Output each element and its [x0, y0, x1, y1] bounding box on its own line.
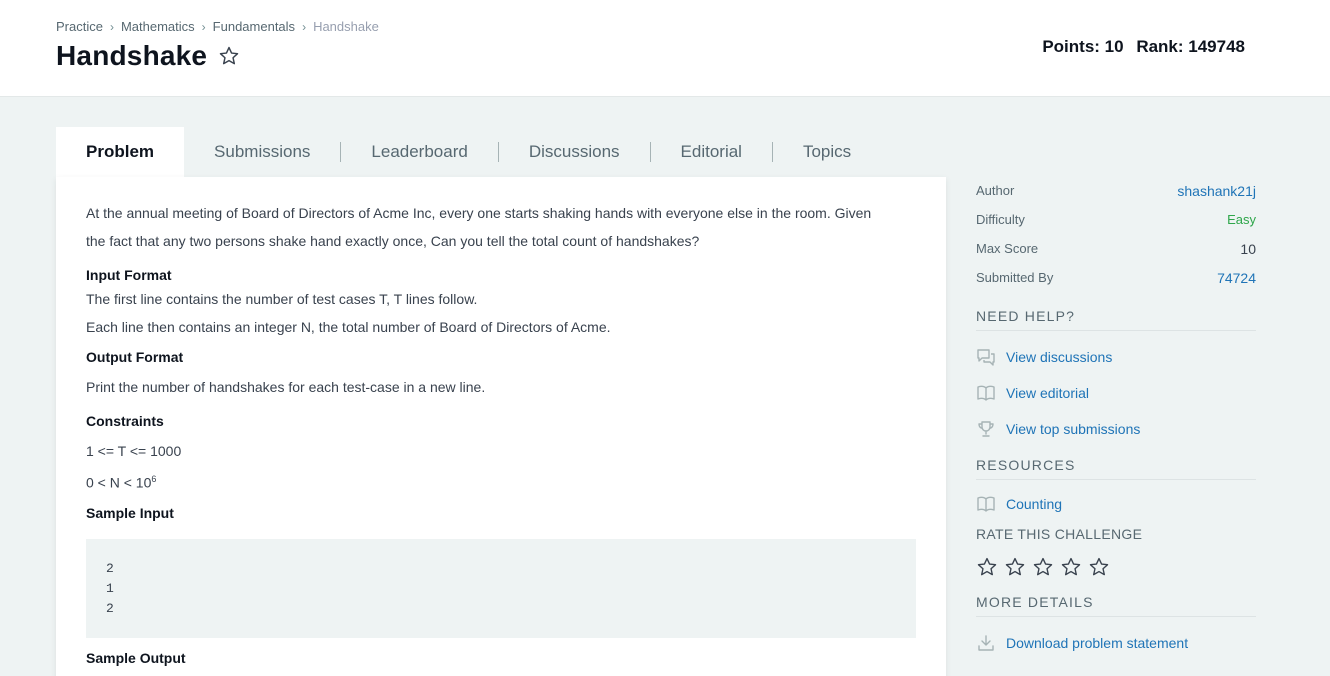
rating-star-4-icon[interactable] [1060, 556, 1082, 578]
breadcrumb-current: Handshake [313, 19, 379, 34]
chevron-right-icon: › [302, 19, 307, 34]
header: Practice › Mathematics › Fundamentals › … [0, 0, 1330, 97]
view-discussions-label: View discussions [1006, 349, 1113, 365]
tab-problem[interactable]: Problem [56, 127, 185, 177]
page-title: Handshake [56, 40, 208, 71]
constraint-2: 0 < N < 106 [86, 465, 916, 497]
view-discussions-link[interactable]: View discussions [976, 339, 1256, 375]
rating-star-3-icon[interactable] [1032, 556, 1054, 578]
meta-author: Author shashank21j [976, 176, 1256, 205]
download-icon [976, 634, 1006, 652]
view-top-submissions-link[interactable]: View top submissions [976, 411, 1256, 447]
chevron-right-icon: › [201, 19, 206, 34]
sample-output-heading: Sample Output [86, 649, 186, 666]
input-format-line-1: The first line contains the number of te… [86, 291, 478, 307]
open-book-icon [976, 495, 1006, 513]
tab-topics[interactable]: Topics [773, 127, 881, 177]
submitted-by-label: Submitted By [976, 270, 1054, 285]
rating-star-5-icon[interactable] [1088, 556, 1110, 578]
resource-counting-link[interactable]: Counting [976, 486, 1256, 522]
sample-input-line: 1 [106, 580, 114, 596]
view-editorial-link[interactable]: View editorial [976, 375, 1256, 411]
trophy-icon [976, 420, 1006, 438]
points-value: Points: 10 [1042, 37, 1124, 56]
constraint-2-base: 0 < N < 10 [86, 474, 152, 491]
constraints-heading: Constraints [86, 413, 164, 429]
output-format-line: Print the number of handshakes for each … [86, 379, 486, 395]
problem-statement: At the annual meeting of Board of Direct… [56, 177, 946, 676]
view-editorial-label: View editorial [1006, 385, 1090, 401]
breadcrumb-fundamentals[interactable]: Fundamentals [213, 19, 295, 34]
chat-bubbles-icon [976, 348, 1006, 366]
breadcrumb-mathematics[interactable]: Mathematics [121, 19, 195, 34]
author-label: Author [976, 183, 1015, 198]
input-format-heading: Input Format [86, 267, 172, 283]
breadcrumb-practice[interactable]: Practice [56, 19, 103, 34]
more-details-heading: MORE DETAILS [976, 594, 1256, 617]
rating-star-2-icon[interactable] [1004, 556, 1026, 578]
challenge-sidebar: Author shashank21j Difficulty Easy Max S… [976, 176, 1256, 661]
tab-leaderboard[interactable]: Leaderboard [341, 127, 497, 177]
sample-input-line: 2 [106, 600, 114, 616]
bookmark-star-icon[interactable] [217, 44, 241, 68]
output-format-heading: Output Format [86, 349, 184, 365]
rate-heading: RATE THIS CHALLENGE [976, 526, 1143, 542]
problem-tabs: Problem Submissions Leaderboard Discussi… [56, 127, 881, 177]
constraint-2-exponent: 6 [151, 474, 157, 484]
meta-difficulty: Difficulty Easy [976, 205, 1256, 234]
user-stats: Points: 10 Rank: 149748 [1042, 37, 1245, 57]
resource-counting-label: Counting [1006, 496, 1063, 512]
difficulty-value: Easy [1227, 212, 1256, 227]
tab-editorial[interactable]: Editorial [651, 127, 772, 177]
difficulty-label: Difficulty [976, 212, 1025, 227]
meta-max-score: Max Score 10 [976, 234, 1256, 263]
download-statement-label: Download problem statement [1006, 635, 1189, 651]
rating-stars [976, 556, 1256, 578]
author-link[interactable]: shashank21j [1177, 183, 1256, 199]
chevron-right-icon: › [109, 19, 114, 34]
constraint-1: 1 <= T <= 1000 [86, 443, 182, 459]
open-book-icon [976, 384, 1006, 402]
sample-input-line: 2 [106, 560, 114, 576]
rating-star-1-icon[interactable] [976, 556, 998, 578]
tab-discussions[interactable]: Discussions [499, 127, 650, 177]
intro-line-2: the fact that any two persons shake hand… [86, 233, 700, 249]
view-top-submissions-label: View top submissions [1006, 421, 1141, 437]
need-help-heading: NEED HELP? [976, 308, 1256, 331]
rank-value: Rank: 149748 [1136, 37, 1245, 56]
tab-submissions[interactable]: Submissions [184, 127, 340, 177]
meta-submitted-by: Submitted By 74724 [976, 263, 1256, 292]
submitted-by-link[interactable]: 74724 [1217, 270, 1256, 286]
breadcrumb: Practice › Mathematics › Fundamentals › … [56, 19, 379, 34]
resources-heading: RESOURCES [976, 457, 1256, 480]
intro-line-1: At the annual meeting of Board of Direct… [86, 205, 872, 221]
sample-input-heading: Sample Input [86, 504, 174, 521]
max-score-label: Max Score [976, 241, 1039, 256]
sample-input-code[interactable]: 2 1 2 [86, 538, 916, 638]
input-format-line-2: Each line then contains an integer N, th… [86, 319, 611, 335]
max-score-value: 10 [1240, 240, 1256, 257]
download-statement-link[interactable]: Download problem statement [976, 625, 1256, 661]
